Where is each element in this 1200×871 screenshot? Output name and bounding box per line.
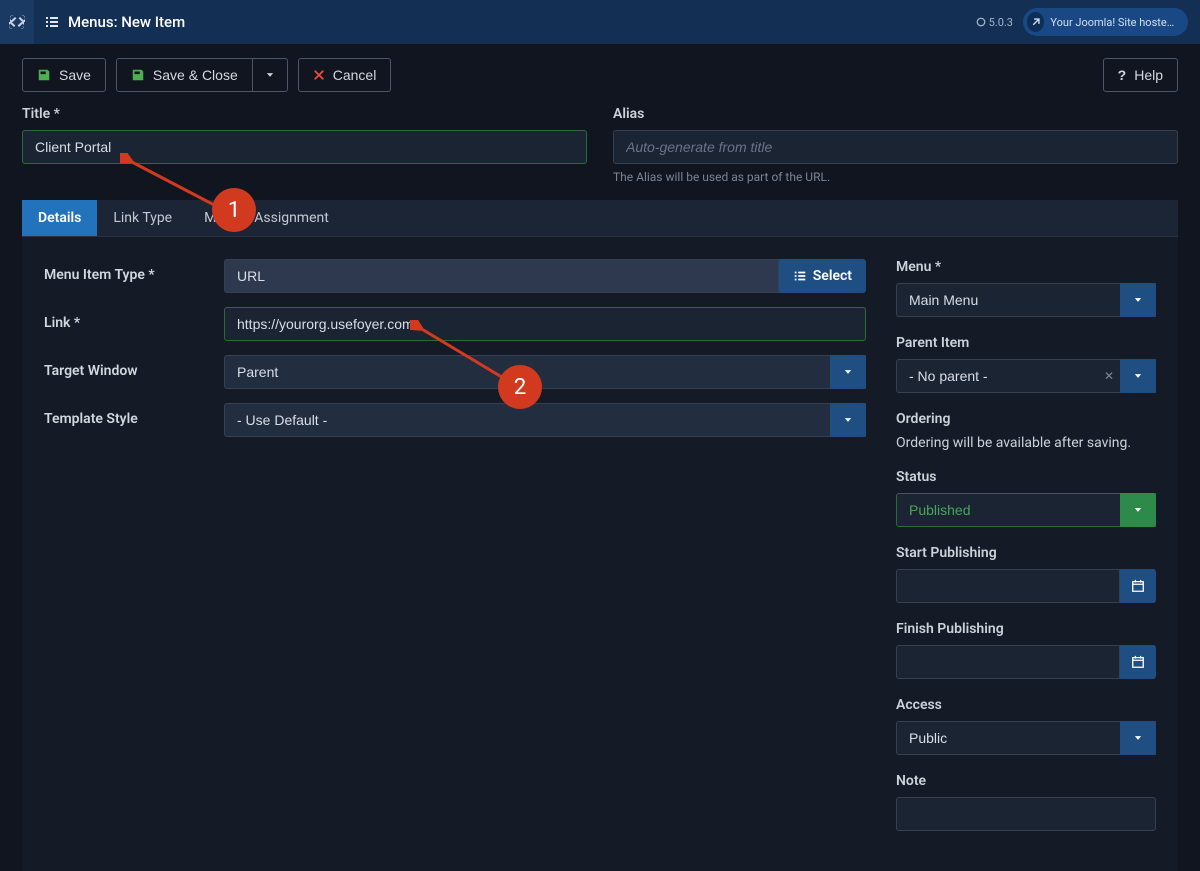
save-button[interactable]: Save: [22, 58, 106, 92]
note-input[interactable]: [896, 797, 1156, 831]
calendar-icon: [1131, 655, 1145, 669]
tabs: Details Link Type Module Assignment: [22, 200, 1178, 237]
parent-item-caret[interactable]: [1120, 359, 1156, 393]
start-publishing-label: Start Publishing: [896, 545, 1156, 561]
tab-details[interactable]: Details: [22, 200, 97, 236]
ordering-label: Ordering: [896, 411, 1156, 427]
site-link[interactable]: Your Joomla! Site hosted wit…: [1023, 8, 1188, 36]
help-button[interactable]: ? Help: [1103, 58, 1178, 92]
version-badge: 5.0.3: [976, 16, 1013, 29]
menu-select[interactable]: [896, 283, 1156, 317]
list-icon: [44, 14, 60, 30]
chevron-down-icon: [843, 415, 853, 425]
joomla-icon: [9, 14, 25, 30]
save-close-button[interactable]: Save & Close: [116, 58, 253, 92]
chevron-down-icon: [1133, 505, 1143, 515]
note-label: Note: [896, 773, 1156, 789]
save-icon: [131, 68, 145, 82]
cancel-button[interactable]: Cancel: [298, 58, 392, 92]
parent-item-clear[interactable]: ✕: [1104, 369, 1114, 383]
finish-publishing-calendar[interactable]: [1120, 645, 1156, 679]
access-label: Access: [896, 697, 1156, 713]
status-select[interactable]: [896, 493, 1156, 527]
menu-item-type-label: Menu Item Type *: [44, 259, 224, 283]
link-input[interactable]: [224, 307, 866, 341]
start-publishing-input[interactable]: [896, 569, 1120, 603]
list-icon: [793, 269, 807, 283]
select-type-button[interactable]: Select: [779, 259, 866, 293]
close-icon: [313, 69, 325, 81]
menu-label: Menu *: [896, 259, 1156, 275]
target-window-select[interactable]: [224, 355, 866, 389]
title-input[interactable]: [22, 130, 587, 164]
template-style-caret[interactable]: [830, 403, 866, 437]
chevron-down-icon: [1133, 295, 1143, 305]
menu-item-type-input: [224, 259, 779, 293]
app-header: Menus: New Item 5.0.3 Your Joomla! Site …: [0, 0, 1200, 44]
finish-publishing-input[interactable]: [896, 645, 1120, 679]
finish-publishing-label: Finish Publishing: [896, 621, 1156, 637]
joomla-mini-icon: [976, 17, 986, 27]
calendar-icon: [1131, 579, 1145, 593]
link-label: Link *: [44, 307, 224, 331]
template-style-select[interactable]: [224, 403, 866, 437]
chevron-down-icon: [1133, 371, 1143, 381]
save-dropdown-toggle[interactable]: [253, 58, 288, 92]
ordering-text: Ordering will be available after saving.: [896, 435, 1156, 451]
parent-item-label: Parent Item: [896, 335, 1156, 351]
external-link-icon: [1027, 12, 1044, 32]
tab-module-assignment[interactable]: Module Assignment: [188, 200, 345, 236]
status-caret[interactable]: [1120, 493, 1156, 527]
chevron-down-icon: [1133, 733, 1143, 743]
chevron-down-icon: [265, 70, 275, 80]
status-label: Status: [896, 469, 1156, 485]
target-window-label: Target Window: [44, 355, 224, 379]
menu-caret[interactable]: [1120, 283, 1156, 317]
page-title: Menus: New Item: [68, 13, 185, 31]
save-close-group: Save & Close: [116, 58, 288, 92]
joomla-logo[interactable]: [0, 0, 34, 44]
start-publishing-calendar[interactable]: [1120, 569, 1156, 603]
chevron-down-icon: [843, 367, 853, 377]
tab-link-type[interactable]: Link Type: [97, 200, 188, 236]
title-label: Title *: [22, 106, 587, 122]
tabs-container: Details Link Type Module Assignment Menu…: [22, 200, 1178, 871]
title-alias-row: Title * Alias The Alias will be used as …: [0, 106, 1200, 200]
alias-helper: The Alias will be used as part of the UR…: [613, 170, 1178, 184]
toolbar: Save Save & Close Cancel ? Help: [0, 44, 1200, 106]
parent-item-select[interactable]: [896, 359, 1156, 393]
save-icon: [37, 68, 51, 82]
target-window-caret[interactable]: [830, 355, 866, 389]
access-caret[interactable]: [1120, 721, 1156, 755]
template-style-label: Template Style: [44, 403, 224, 427]
tab-body: Menu Item Type * Select Link *: [22, 237, 1178, 871]
alias-label: Alias: [613, 106, 1178, 122]
alias-input[interactable]: [613, 130, 1178, 164]
help-icon: ?: [1118, 67, 1127, 83]
access-select[interactable]: [896, 721, 1156, 755]
